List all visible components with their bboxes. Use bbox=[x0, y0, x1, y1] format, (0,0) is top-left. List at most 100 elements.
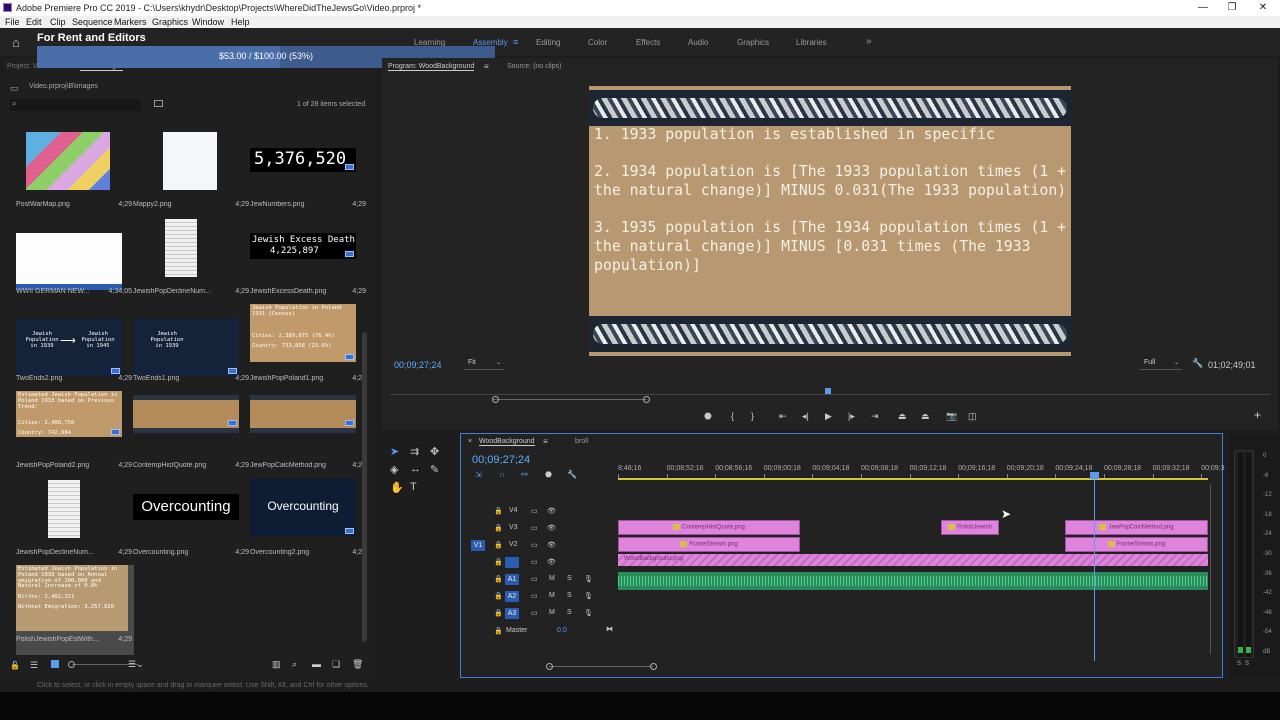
bin-item[interactable]: JewishPopDeclineNum... 4;29 bbox=[16, 478, 134, 568]
microphone-icon[interactable]: 🎙 bbox=[584, 609, 593, 617]
selection-tool-icon[interactable]: ➤ bbox=[390, 445, 399, 458]
track-lock-icon[interactable]: 🔒 bbox=[494, 627, 503, 635]
track-name[interactable]: A2 bbox=[505, 591, 519, 602]
go-to-in-icon[interactable]: ⇤ bbox=[779, 411, 787, 422]
microphone-icon[interactable]: 🎙 bbox=[584, 575, 593, 583]
export-frame-icon[interactable]: 📷 bbox=[946, 411, 957, 422]
new-bin-icon[interactable]: ▬ bbox=[312, 659, 321, 669]
clear-icon[interactable]: 🗑 bbox=[352, 659, 363, 670]
clip-v3-polishjewish[interactable]: PolishJewish bbox=[941, 520, 999, 535]
workspace-libraries[interactable]: Libraries bbox=[796, 38, 827, 47]
solo-icon[interactable]: S bbox=[567, 575, 572, 582]
razor-tool-icon[interactable]: ◈ bbox=[390, 463, 398, 476]
program-timecode[interactable]: 00;09;27;24 bbox=[394, 360, 442, 370]
track-target-v1[interactable] bbox=[505, 557, 519, 568]
solo-right-icon[interactable]: S bbox=[1245, 661, 1249, 667]
bin-item[interactable]: Jewish Population in 1939 TwoEnds1.png 4;2… bbox=[133, 304, 251, 394]
bin-item[interactable]: Overcounting Overcounting.png 4;29 bbox=[133, 478, 251, 568]
track-select-tool-icon[interactable]: ⇉ bbox=[410, 445, 419, 458]
extract-icon[interactable]: ⏏ bbox=[921, 411, 930, 422]
wrench-icon[interactable]: 🔧 bbox=[1192, 358, 1203, 369]
lock-icon[interactable]: 🔓 bbox=[10, 661, 20, 670]
work-area-bar[interactable] bbox=[618, 478, 1208, 480]
bin-item[interactable]: JewishPopDeclineNum... 4;29 bbox=[133, 217, 251, 307]
bin-item[interactable]: WWII GERMAN NEW... 4;34;05 bbox=[16, 217, 134, 307]
zoom-handle-right[interactable] bbox=[650, 663, 657, 670]
program-ruler[interactable] bbox=[390, 394, 1270, 395]
zoom-handle-right[interactable] bbox=[643, 396, 650, 403]
go-to-end-icon[interactable]: ⧓ bbox=[606, 625, 613, 633]
menu-edit[interactable]: Edit bbox=[26, 16, 42, 28]
workspace-color[interactable]: Color bbox=[588, 38, 607, 47]
menu-clip[interactable]: Clip bbox=[50, 16, 66, 28]
vertical-scrollbar[interactable] bbox=[1210, 484, 1211, 654]
workspace-audio[interactable]: Audio bbox=[688, 38, 708, 47]
bin-item[interactable]: ContempHistQuote.png 4;29 bbox=[133, 391, 251, 481]
eye-icon[interactable]: 👁 bbox=[547, 524, 556, 532]
icon-view-icon[interactable] bbox=[51, 660, 59, 668]
mute-icon[interactable]: M bbox=[549, 609, 555, 616]
track-lock-icon[interactable]: 🔒 bbox=[494, 507, 503, 515]
play-icon[interactable]: ▶ bbox=[825, 411, 832, 422]
track-lock-icon[interactable]: 🔒 bbox=[494, 524, 503, 532]
button-editor-icon[interactable]: + bbox=[1254, 408, 1261, 422]
mark-in-icon[interactable]: { bbox=[731, 411, 734, 421]
bin-item[interactable]: Mappy2.png 4;29 bbox=[133, 130, 251, 220]
bin-item[interactable]: Estimated Jewish Population in Poland 19… bbox=[16, 565, 134, 655]
menu-file[interactable]: File bbox=[5, 16, 20, 28]
clip-v2-framestream-a[interactable]: FrameStream.png bbox=[618, 537, 800, 552]
master-volume[interactable]: 0.0 bbox=[557, 627, 567, 634]
bin-item[interactable]: Overcounting Overcounting2.png 4;29 bbox=[250, 478, 368, 568]
home-icon[interactable]: ⌂ bbox=[12, 35, 20, 50]
comparison-view-icon[interactable]: ◫ bbox=[968, 411, 977, 422]
quality-dropdown[interactable]: Full ⌄ bbox=[1140, 358, 1182, 370]
toggle-sync-lock-icon[interactable]: ▭ bbox=[531, 524, 538, 532]
type-tool-icon[interactable]: T bbox=[410, 481, 417, 493]
solo-icon[interactable]: S bbox=[567, 609, 572, 616]
program-menu-icon[interactable]: ≡ bbox=[484, 62, 489, 71]
workspace-effects[interactable]: Effects bbox=[636, 38, 660, 47]
toggle-sync-lock-icon[interactable]: ▭ bbox=[531, 609, 538, 617]
eye-icon[interactable]: 👁 bbox=[547, 541, 556, 549]
timeline-playhead[interactable] bbox=[1094, 476, 1095, 661]
hand-tool-icon[interactable]: ✋ bbox=[390, 481, 404, 494]
bin-item[interactable]: Estimated Jewish Population in Poland 19… bbox=[16, 391, 134, 481]
tab-program[interactable]: Program: WoodBackground bbox=[388, 63, 475, 71]
bin-item[interactable]: Jewish Population in Poland 1931 (Census… bbox=[250, 304, 368, 394]
menu-markers[interactable]: Markers bbox=[114, 16, 147, 28]
new-item-icon[interactable]: ❏ bbox=[332, 659, 340, 670]
menu-help[interactable]: Help bbox=[231, 16, 250, 28]
bin-item[interactable]: Jewish Population in 1939 Jewish Populati… bbox=[16, 304, 134, 394]
fit-dropdown[interactable]: Fit ⌄ bbox=[464, 358, 504, 370]
step-back-icon[interactable]: ◂| bbox=[802, 411, 809, 422]
bin-item[interactable]: PostWarMap.png 4;29 bbox=[16, 130, 134, 220]
time-ruler[interactable]: 8;48;16 00;08;52;16 00;08;56;16 00;09;00;18… bbox=[618, 434, 1225, 484]
list-view-icon[interactable]: ☰ bbox=[30, 660, 38, 671]
track-name[interactable]: A3 bbox=[505, 608, 519, 619]
zoom-handle-left[interactable] bbox=[546, 663, 553, 670]
go-to-out-icon[interactable]: ⇥ bbox=[871, 411, 879, 422]
clip-v3-jewpopcalcmethod[interactable]: JewPopCalcMethod.png bbox=[1065, 520, 1208, 535]
eye-icon[interactable]: 👁 bbox=[547, 558, 556, 566]
step-forward-icon[interactable]: |▸ bbox=[848, 411, 855, 422]
bin-item[interactable]: Jewish Excess Death 4,225,897 JewishExcess… bbox=[250, 217, 368, 307]
toggle-sync-lock-icon[interactable]: ▭ bbox=[531, 592, 538, 600]
solo-left-icon[interactable]: S bbox=[1237, 661, 1241, 667]
program-zoom-bar[interactable] bbox=[492, 399, 647, 400]
zoom-handle-left[interactable] bbox=[492, 396, 499, 403]
track-name[interactable]: A1 bbox=[505, 574, 519, 585]
pen-tool-icon[interactable]: ✎ bbox=[430, 463, 439, 476]
microphone-icon[interactable]: 🎙 bbox=[584, 592, 593, 600]
clip-a1-audio[interactable] bbox=[618, 572, 1208, 590]
find-icon[interactable]: ⌕ bbox=[292, 659, 297, 670]
toggle-sync-lock-icon[interactable]: ▭ bbox=[531, 575, 538, 583]
workspace-menu-icon[interactable]: ≡ bbox=[513, 37, 518, 47]
clip-v3-contemphistquote[interactable]: ContempHistQuote.png bbox=[618, 520, 800, 535]
workspace-editing[interactable]: Editing bbox=[536, 38, 560, 47]
toggle-sync-lock-icon[interactable]: ▭ bbox=[531, 541, 538, 549]
clip-v1-woodbackground[interactable]: WoodBackground.png bbox=[618, 554, 1208, 566]
track-lock-icon[interactable]: 🔒 bbox=[494, 558, 503, 566]
maximize-button[interactable]: ❐ bbox=[1215, 0, 1249, 16]
program-playhead[interactable] bbox=[825, 388, 831, 394]
track-lock-icon[interactable]: 🔒 bbox=[494, 575, 503, 583]
